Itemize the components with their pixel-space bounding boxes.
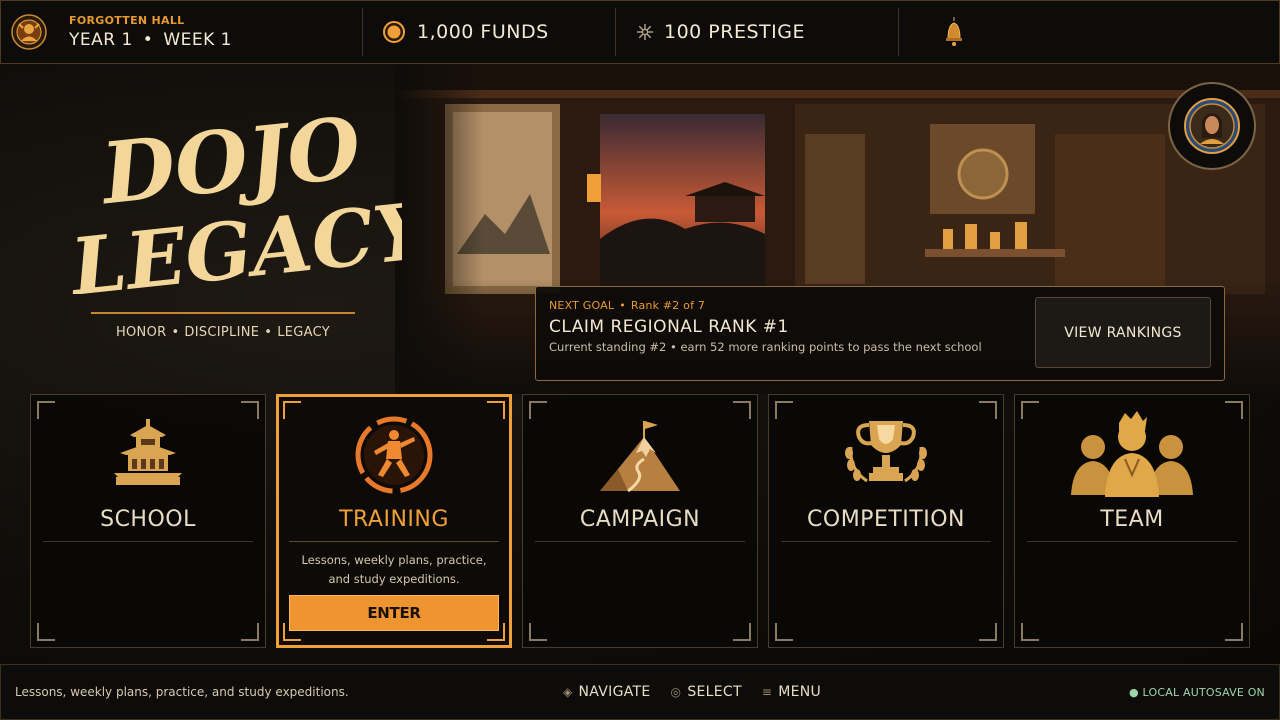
menu-card-competition[interactable]: COMPETITION	[768, 394, 1004, 648]
sunburst-icon	[637, 24, 653, 40]
card-title: TEAM	[1100, 507, 1164, 532]
corner-ornament	[1225, 623, 1243, 641]
mountain-flag-icon	[600, 421, 680, 493]
card-icon-wrap	[31, 417, 265, 497]
control-navigate: ◈ NAVIGATE	[563, 684, 651, 700]
bottom-bar: Lessons, weekly plans, practice, and stu…	[0, 664, 1280, 720]
calendar-date: YEAR 1 • WEEK 1	[69, 30, 232, 50]
goal-title: CLAIM REGIONAL RANK #1	[549, 317, 789, 337]
card-icon-wrap	[1015, 409, 1249, 497]
goal-meta: NEXT GOAL • Rank #2 of 7	[549, 299, 705, 312]
school-crest-icon	[11, 14, 47, 50]
team-icon	[1071, 411, 1193, 497]
card-divider	[781, 541, 991, 542]
autosave-status: ● LOCAL AUTOSAVE ON	[1129, 686, 1265, 699]
card-title: TRAINING	[339, 507, 449, 532]
card-divider	[535, 541, 745, 542]
corner-ornament	[241, 623, 259, 641]
funds-display: 1,000 FUNDS	[363, 1, 615, 63]
notifications[interactable]	[899, 1, 965, 63]
menu-card-campaign[interactable]: CAMPAIGN	[522, 394, 758, 648]
hall-name: FORGOTTEN HALL	[69, 14, 185, 27]
control-label: MENU	[778, 684, 822, 700]
hero-area: DOJO LEGACY HONOR • DISCIPLINE • LEGACY NEXT…	[0, 64, 1280, 664]
card-icon-wrap	[523, 417, 757, 497]
funds-value: 1,000 FUNDS	[417, 21, 549, 43]
card-divider	[1027, 541, 1237, 542]
tagline-word: DISCIPLINE	[184, 325, 260, 340]
player-avatar[interactable]	[1168, 82, 1256, 170]
goal-separator: •	[619, 299, 626, 312]
menu-card-team[interactable]: TEAM	[1014, 394, 1250, 648]
enter-button[interactable]: ENTER	[289, 595, 499, 631]
selection-hint: Lessons, weekly plans, practice, and stu…	[15, 685, 349, 699]
date-separator: •	[142, 30, 154, 50]
card-icon-wrap	[769, 417, 1003, 497]
dpad-icon: ◈	[563, 685, 573, 699]
tagline-word: HONOR	[115, 325, 167, 340]
tagline: HONOR • DISCIPLINE • LEGACY	[91, 325, 355, 340]
logo-underline	[91, 312, 355, 314]
fighter-emblem-icon	[355, 416, 433, 494]
control-select: ◎ SELECT	[671, 684, 742, 700]
control-legend: ◈ NAVIGATE ◎ SELECT ≡ MENU	[563, 684, 821, 700]
coin-icon	[383, 21, 405, 43]
avatar-portrait-icon	[1184, 98, 1240, 154]
next-goal-panel: NEXT GOAL • Rank #2 of 7 CLAIM REGIONAL RA…	[535, 286, 1225, 381]
card-title: COMPETITION	[807, 507, 965, 532]
goal-label: NEXT GOAL	[549, 299, 615, 312]
control-label: NAVIGATE	[578, 684, 651, 700]
week-label: WEEK 1	[163, 30, 232, 50]
top-bar: FORGOTTEN HALL YEAR 1 • WEEK 1 1,000 FUN…	[0, 0, 1280, 64]
corner-ornament	[979, 623, 997, 641]
corner-ornament	[775, 623, 793, 641]
prestige-value: 100 PRESTIGE	[664, 21, 805, 43]
corner-ornament	[37, 623, 55, 641]
prestige-display: 100 PRESTIGE	[616, 1, 898, 63]
menu-lines-icon: ≡	[761, 685, 773, 699]
tagline-separator: •	[264, 325, 273, 340]
game-logo: DOJO LEGACY	[65, 104, 402, 294]
card-icon-wrap	[279, 415, 509, 495]
trophy-icon	[845, 421, 927, 483]
goal-rank: Rank #2 of 7	[630, 299, 706, 312]
card-title: CAMPAIGN	[579, 507, 701, 532]
control-menu: ≡ MENU	[762, 684, 821, 700]
card-divider	[289, 541, 499, 542]
card-title: SCHOOL	[100, 507, 196, 532]
pagoda-icon	[114, 419, 182, 485]
hall-info: FORGOTTEN HALL YEAR 1 • WEEK 1	[1, 1, 362, 63]
year-label: YEAR 1	[69, 30, 133, 50]
control-label: SELECT	[687, 684, 742, 700]
corner-ornament	[529, 623, 547, 641]
bell-icon[interactable]	[943, 17, 965, 47]
tagline-word: LEGACY	[277, 325, 331, 340]
menu-card-school[interactable]: SCHOOL	[30, 394, 266, 648]
view-rankings-button[interactable]: VIEW RANKINGS	[1035, 297, 1211, 368]
card-divider	[43, 541, 253, 542]
menu-card-training[interactable]: TRAINING Lessons, weekly plans, practice…	[276, 394, 512, 648]
corner-ornament	[1021, 623, 1039, 641]
tagline-separator: •	[171, 325, 180, 340]
goal-description: Current standing #2 • earn 52 more ranki…	[549, 340, 982, 354]
card-description: Lessons, weekly plans, practice, and stu…	[301, 553, 487, 586]
corner-ornament	[733, 623, 751, 641]
button-a-icon: ◎	[670, 685, 682, 699]
